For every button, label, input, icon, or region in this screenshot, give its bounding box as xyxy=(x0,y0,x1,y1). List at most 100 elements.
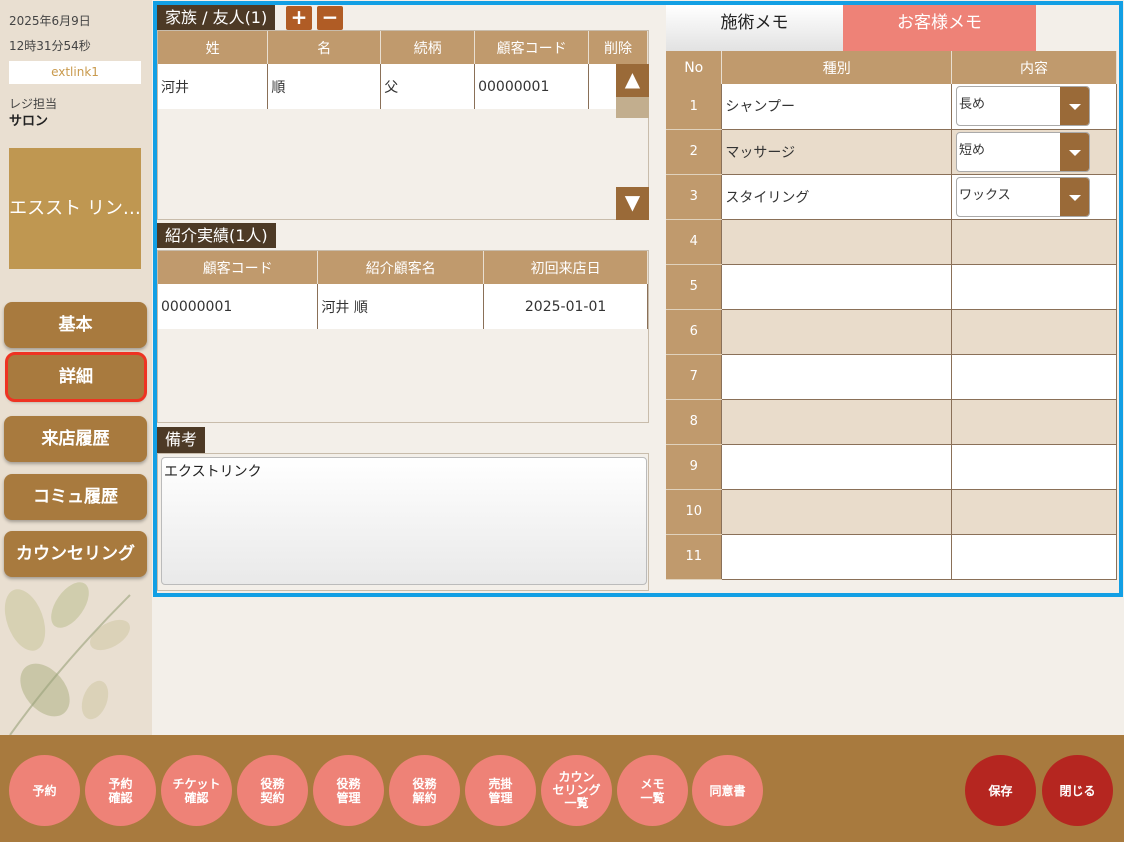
nav-visit-history-button[interactable]: 来店履歴 xyxy=(4,416,147,462)
notes-textarea[interactable]: エクストリンク xyxy=(161,457,647,585)
col-memo-type: 種別 xyxy=(721,51,953,84)
table-row[interactable]: 6 xyxy=(666,309,1117,355)
save-button[interactable]: 保存 xyxy=(965,755,1036,826)
table-row[interactable]: 8 xyxy=(666,399,1117,445)
family-first-name: 順 xyxy=(267,64,382,109)
memo-row-type[interactable] xyxy=(721,219,953,265)
referral-first-visit: 2025-01-01 xyxy=(483,284,648,329)
col-referral-code: 顧客コード xyxy=(158,251,319,284)
memo-row-content[interactable] xyxy=(951,219,1117,265)
nav-basic-button[interactable]: 基本 xyxy=(4,302,147,348)
select-value: 長め xyxy=(959,97,986,113)
family-relation: 父 xyxy=(380,64,476,109)
table-row[interactable]: 5 xyxy=(666,264,1117,310)
table-row[interactable]: 河井 順 父 00000001 xyxy=(158,64,648,109)
referral-table-header: 顧客コード 紹介顧客名 初回来店日 xyxy=(158,251,648,284)
counseling-list-button[interactable]: カウン セリング 一覧 xyxy=(541,755,612,826)
referral-code: 00000001 xyxy=(158,284,319,329)
memo-list-button[interactable]: メモ 一覧 xyxy=(617,755,688,826)
memo-row-type[interactable] xyxy=(721,354,953,400)
close-button[interactable]: 閉じる xyxy=(1042,755,1113,826)
tab-treatment-memo[interactable]: 施術メモ xyxy=(666,5,843,51)
table-row[interactable]: 4 xyxy=(666,219,1117,265)
col-memo-no: No xyxy=(666,51,723,84)
memo-content-select[interactable]: 短め xyxy=(956,131,1091,172)
table-row[interactable]: 11 xyxy=(666,534,1117,580)
customer-name-card: エススト リン… xyxy=(9,148,141,269)
memo-row-content[interactable] xyxy=(951,444,1117,490)
nav-counseling-button[interactable]: カウンセリング xyxy=(4,531,147,577)
notes-section-title: 備考 xyxy=(157,427,206,453)
referral-name: 河井 順 xyxy=(317,284,485,329)
memo-row-no: 11 xyxy=(666,534,723,580)
table-row[interactable]: 1 シャンプー 長め xyxy=(666,84,1117,130)
footer-toolbar: 予約 予約 確認 チケット 確認 役務 契約 役務 管理 役務 解約 売掛 管理… xyxy=(0,735,1124,842)
memo-row-content[interactable] xyxy=(951,264,1117,310)
chevron-down-icon[interactable] xyxy=(1060,132,1090,171)
chevron-down-icon[interactable] xyxy=(1060,177,1090,216)
memo-row-type[interactable] xyxy=(721,399,953,445)
chevron-down-icon[interactable] xyxy=(1060,87,1090,126)
memo-content-select[interactable]: ワックス xyxy=(956,176,1091,217)
scroll-up-button[interactable]: ▲ xyxy=(616,64,649,97)
referral-table: 顧客コード 紹介顧客名 初回来店日 00000001 河井 順 2025-01-… xyxy=(158,251,648,329)
add-family-button[interactable]: + xyxy=(286,6,312,30)
table-row[interactable]: 7 xyxy=(666,354,1117,400)
memo-row-content: ワックス xyxy=(951,174,1117,220)
consent-form-button[interactable]: 同意書 xyxy=(692,755,763,826)
memo-row-type[interactable] xyxy=(721,489,953,535)
memo-row-no: 1 xyxy=(666,84,723,130)
memo-row-content: 短め xyxy=(951,129,1117,175)
memo-row-type[interactable] xyxy=(721,444,953,490)
reservation-confirm-button[interactable]: 予約 確認 xyxy=(85,755,156,826)
referral-table-area: 顧客コード 紹介顧客名 初回来店日 00000001 河井 順 2025-01-… xyxy=(157,250,649,423)
nav-communication-history-button[interactable]: コミュ履歴 xyxy=(4,474,147,520)
col-memo-content: 内容 xyxy=(951,51,1117,84)
memo-row-content[interactable] xyxy=(951,399,1117,445)
table-row[interactable]: 3 スタイリング ワックス xyxy=(666,174,1117,220)
col-customer-code: 顧客コード xyxy=(474,31,590,64)
memo-row-type[interactable] xyxy=(721,309,953,355)
memo-row-type[interactable]: スタイリング xyxy=(721,174,953,220)
memo-table: No 種別 内容 1 シャンプー 長め 2 マッサージ 短め 3 スタイリング … xyxy=(666,51,1117,580)
sidebar: 2025年6月9日 12時31分54秒 extlink1 レジ担当 サロン エス… xyxy=(0,0,152,735)
table-row[interactable]: 9 xyxy=(666,444,1117,490)
scroll-down-button[interactable]: ▼ xyxy=(616,187,649,220)
family-table-header: 姓 名 続柄 顧客コード 削除 xyxy=(158,31,648,64)
col-last-name: 姓 xyxy=(158,31,269,64)
arrow-up-icon: ▲ xyxy=(624,67,641,91)
tab-customer-memo[interactable]: お客様メモ xyxy=(843,5,1036,51)
memo-row-no: 3 xyxy=(666,174,723,220)
memo-row-type[interactable]: マッサージ xyxy=(721,129,953,175)
receivables-button[interactable]: 売掛 管理 xyxy=(465,755,536,826)
memo-row-content[interactable] xyxy=(951,489,1117,535)
memo-content-select[interactable]: 長め xyxy=(956,86,1091,127)
memo-row-content[interactable] xyxy=(951,309,1117,355)
family-table: 姓 名 続柄 顧客コード 削除 河井 順 父 00000001 xyxy=(158,31,648,109)
memo-row-content: 長め xyxy=(951,84,1117,130)
service-cancel-button[interactable]: 役務 解約 xyxy=(389,755,460,826)
memo-row-type[interactable] xyxy=(721,264,953,310)
referral-section-title: 紹介実績(1人) xyxy=(157,223,276,248)
service-manage-button[interactable]: 役務 管理 xyxy=(313,755,384,826)
ticket-confirm-button[interactable]: チケット 確認 xyxy=(161,755,232,826)
service-contract-button[interactable]: 役務 契約 xyxy=(237,755,308,826)
reservation-button[interactable]: 予約 xyxy=(9,755,80,826)
scrollbar-thumb[interactable] xyxy=(616,97,649,118)
col-first-visit: 初回来店日 xyxy=(483,251,648,284)
memo-row-type[interactable] xyxy=(721,534,953,580)
remove-family-button[interactable]: − xyxy=(317,6,343,30)
family-section-title: 家族 / 友人(1) xyxy=(157,5,276,30)
memo-row-content[interactable] xyxy=(951,534,1117,580)
memo-row-type[interactable]: シャンプー xyxy=(721,84,953,130)
family-customer-code: 00000001 xyxy=(474,64,590,109)
memo-row-content[interactable] xyxy=(951,354,1117,400)
memo-row-no: 4 xyxy=(666,219,723,265)
table-row[interactable]: 10 xyxy=(666,489,1117,535)
table-row[interactable]: 00000001 河井 順 2025-01-01 xyxy=(158,284,648,329)
memo-row-no: 7 xyxy=(666,354,723,400)
current-date: 2025年6月9日 xyxy=(9,14,91,28)
table-row[interactable]: 2 マッサージ 短め xyxy=(666,129,1117,175)
nav-detail-button[interactable]: 詳細 xyxy=(5,352,147,402)
memo-row-no: 5 xyxy=(666,264,723,310)
